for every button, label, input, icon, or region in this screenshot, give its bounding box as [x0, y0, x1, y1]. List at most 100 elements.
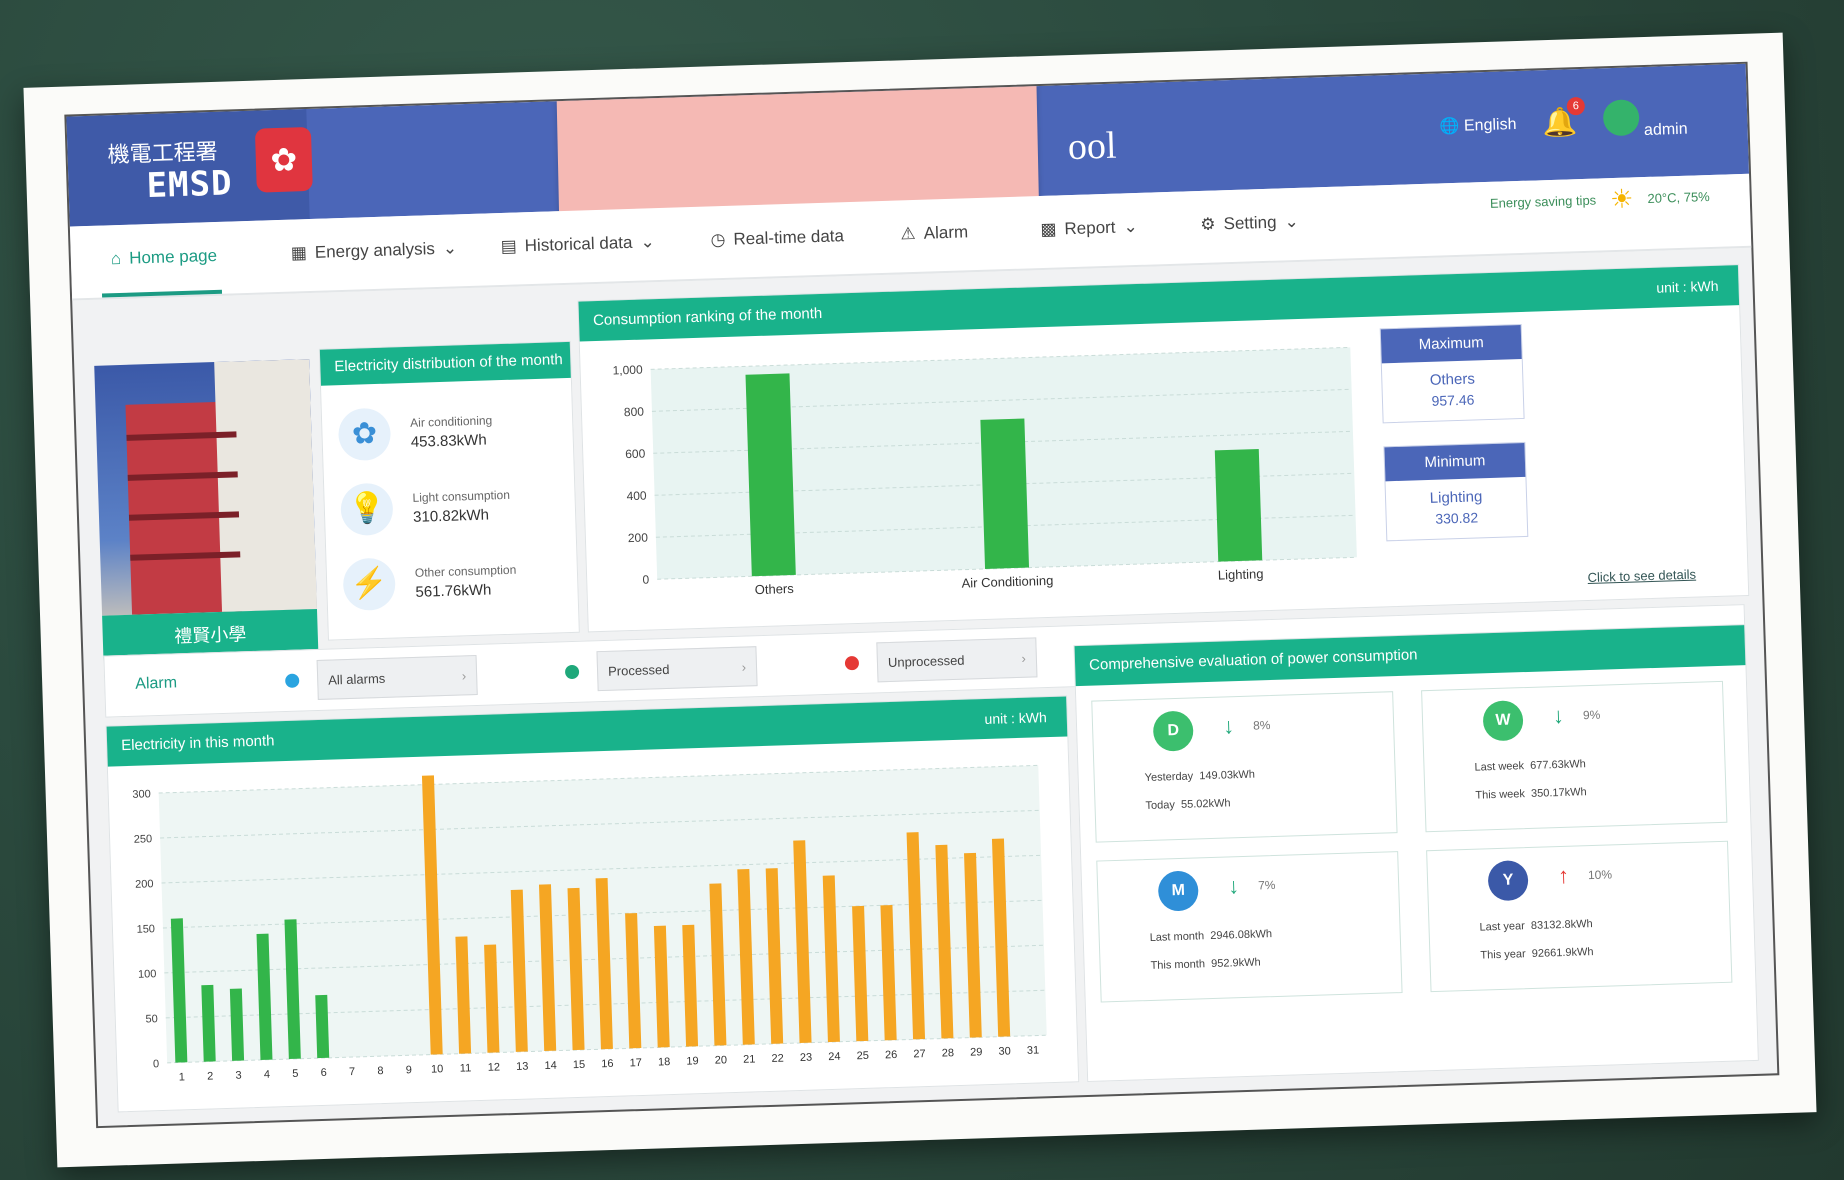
chevron-right-icon: › — [461, 668, 467, 684]
evaluation-card: W ↓ 9% Last week 677.63kWh This week 350.17k… — [1421, 680, 1728, 833]
evaluation-line-2: This month 952.9kWh — [1150, 956, 1261, 972]
x-tick-label: 11 — [460, 1062, 472, 1074]
database-icon: ▤ — [500, 236, 518, 256]
period-badge-icon: W — [1482, 700, 1524, 742]
tab-historical-data[interactable]: ▤ Historical data ⌄ — [500, 232, 655, 257]
x-tick-label: 8 — [377, 1065, 383, 1077]
tab-setting[interactable]: ⚙ Setting ⌄ — [1200, 212, 1299, 235]
energy-tip-text: Energy saving tips — [1489, 192, 1597, 211]
header-actions: 🌐 English 🔔 6 admin — [1439, 96, 1688, 147]
chevron-down-icon: ⌄ — [1123, 216, 1139, 237]
home-icon: ⌂ — [110, 248, 122, 269]
consumption-value: 453.83kWh — [410, 431, 487, 451]
tab-real-time-data[interactable]: ◷ Real-time data — [710, 226, 844, 250]
evaluation-line-1: Last month 2946.08kWh — [1149, 928, 1273, 944]
daily-title: Electricity in this month — [120, 732, 275, 755]
tab-alarm[interactable]: ⚠ Alarm — [900, 222, 968, 244]
alarm-icon: ⚠ — [900, 223, 917, 244]
x-tick-label: 1 — [179, 1071, 185, 1083]
y-tick-label: 300 — [132, 788, 151, 801]
tab-real-time-data-label: Real-time data — [733, 226, 845, 249]
chevron-right-icon: › — [741, 659, 747, 675]
y-tick-label: 200 — [628, 531, 649, 546]
unprocessed-select[interactable]: Unprocessed › — [876, 637, 1038, 683]
chevron-right-icon: › — [1021, 650, 1027, 666]
trend-arrow-icon: ↓ — [1552, 702, 1565, 729]
x-tick-label: 28 — [942, 1047, 955, 1059]
bolt-icon: ⚡ — [342, 557, 397, 612]
y-tick-label: 100 — [138, 968, 157, 981]
trend-percent: 8% — [1252, 718, 1271, 733]
y-tick-label: 0 — [153, 1058, 159, 1070]
photo-paper: 機電工程署 EMSD ✿ ool 🌐 English 🔔 6 admin ⌂ H… — [23, 32, 1817, 1168]
processed-dot-icon — [564, 664, 580, 680]
app-title: ool — [1067, 124, 1118, 169]
evaluation-panel: Comprehensive evaluation of power consum… — [1073, 624, 1759, 1082]
evaluation-line-2: This year 92661.9kWh — [1480, 946, 1594, 962]
processed-select[interactable]: Processed › — [596, 646, 758, 692]
period-badge-icon: Y — [1487, 860, 1529, 902]
all-alarms-select[interactable]: All alarms › — [316, 654, 478, 700]
notification-bell-icon[interactable]: 🔔 6 — [1542, 96, 1586, 139]
y-tick-label: 0 — [642, 572, 649, 586]
x-tick-label: 24 — [828, 1051, 841, 1063]
x-tick-label: 17 — [629, 1057, 642, 1069]
bar[interactable] — [980, 418, 1030, 569]
alarm-filter-all[interactable]: All alarms › — [285, 654, 478, 701]
trend-arrow-icon: ↑ — [1557, 862, 1570, 889]
distribution-title: Electricity distribution of the month — [319, 341, 571, 386]
alarm-filter-processed[interactable]: Processed › — [564, 646, 758, 692]
x-tick-label: 30 — [998, 1045, 1011, 1057]
tab-report[interactable]: ▩ Report ⌄ — [1040, 217, 1138, 240]
tab-home[interactable]: ⌂ Home page — [111, 246, 218, 269]
trend-percent: 7% — [1257, 877, 1276, 893]
sun-icon: ☀ — [1609, 183, 1634, 215]
chevron-down-icon: ⌄ — [640, 232, 655, 252]
maximum-card: Maximum Others 957.46 — [1379, 323, 1525, 424]
bar[interactable] — [229, 988, 245, 1061]
x-tick-label: 13 — [516, 1061, 529, 1073]
consumption-value: 310.82kWh — [412, 506, 490, 526]
user-menu[interactable]: admin — [1602, 98, 1688, 142]
tab-home-label: Home page — [128, 245, 218, 268]
minimum-category: Lighting — [1429, 488, 1483, 507]
tab-energy-analysis[interactable]: ▦ Energy analysis ⌄ — [290, 238, 457, 263]
evaluation-line-1: Yesterday 149.03kWh — [1144, 768, 1256, 785]
school-building-image — [94, 359, 317, 616]
daily-bar-chart: 0501001502002503001 2 3 4 5 6 7 8 9 10 11 12 13 14 15 1… — [132, 764, 1047, 1084]
bar[interactable] — [1214, 448, 1263, 562]
logo-english-text: EMSD — [145, 163, 234, 207]
x-tick-label: Lighting — [1218, 566, 1264, 582]
language-switch[interactable]: 🌐 English — [1439, 114, 1516, 136]
consumption-light: 💡 Light consumption 310.82kWh — [340, 479, 511, 537]
evaluation-line-1: Last year 83132.8kWh — [1479, 918, 1593, 934]
building-tower — [214, 359, 317, 612]
alarm-title: Alarm — [134, 674, 178, 693]
evaluation-card: D ↓ 8% Yesterday 149.03kWh Today 55.02kWh — [1091, 691, 1398, 843]
language-label: English — [1463, 115, 1517, 135]
bar[interactable] — [201, 984, 216, 1062]
maximum-category: Others — [1429, 370, 1476, 389]
y-tick-label: 1,000 — [612, 363, 643, 378]
tab-energy-analysis-label: Energy analysis — [314, 239, 436, 262]
tab-historical-data-label: Historical data — [524, 232, 633, 256]
x-tick-label: 12 — [488, 1061, 501, 1073]
active-tab-indicator — [101, 289, 223, 298]
bar[interactable] — [315, 994, 330, 1059]
dashboard-screen: 機電工程署 EMSD ✿ ool 🌐 English 🔔 6 admin ⌂ H… — [64, 61, 1780, 1129]
x-tick-label: 18 — [658, 1056, 671, 1068]
trend-percent: 9% — [1582, 707, 1601, 723]
trend-arrow-icon: ↓ — [1227, 873, 1240, 899]
processed-label: Processed — [607, 661, 670, 679]
fan-icon: ✿ — [337, 407, 392, 462]
alarm-filter-unprocessed[interactable]: Unprocessed › — [844, 637, 1038, 683]
y-tick-label: 150 — [136, 923, 155, 936]
notification-badge: 6 — [1566, 96, 1586, 116]
y-tick-label: 800 — [624, 405, 645, 420]
x-tick-label: 4 — [264, 1069, 270, 1081]
x-tick-label: 29 — [970, 1046, 983, 1058]
bar[interactable] — [745, 373, 796, 577]
minimum-header: Minimum — [1384, 442, 1526, 482]
gear-icon: ⚙ — [1200, 214, 1216, 235]
click-to-see-details-link[interactable]: Click to see details — [1587, 567, 1696, 585]
